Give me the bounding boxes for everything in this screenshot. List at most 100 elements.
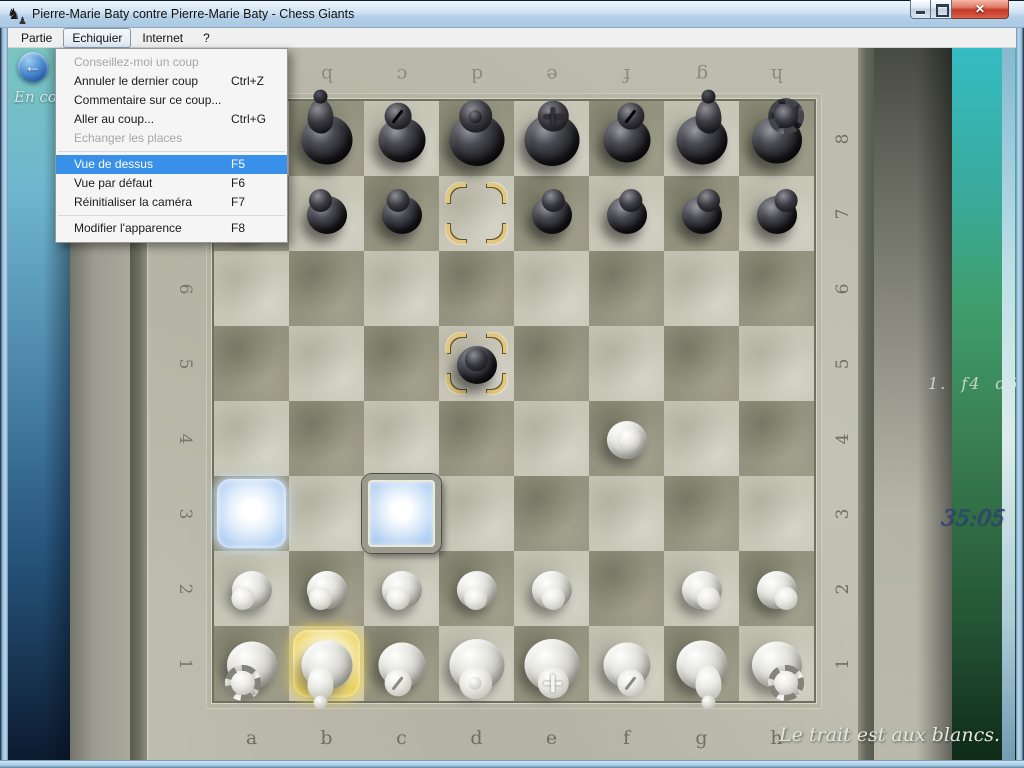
piece-black-bishop-c8[interactable] (364, 101, 439, 176)
menu-item-annuler-le-dernier-coup[interactable]: Annuler le dernier coupCtrl+Z (56, 72, 287, 91)
square-a4[interactable] (214, 401, 289, 476)
menu-item-modifier-l-apparence[interactable]: Modifier l'apparenceF8 (56, 219, 287, 238)
menu-item-commentaire-sur-ce-coup[interactable]: Commentaire sur ce coup... (56, 91, 287, 110)
square-e3[interactable] (514, 476, 589, 551)
king-cross-icon (544, 107, 562, 125)
piece-white-queen-d1[interactable] (439, 626, 514, 701)
minimize-button[interactable] (910, 0, 931, 19)
piece-black-pawn-c7[interactable] (364, 176, 439, 251)
menubar-item-echiquier[interactable]: Echiquier (63, 28, 131, 48)
piece-black-pawn-e7[interactable] (514, 176, 589, 251)
square-g5[interactable] (664, 326, 739, 401)
piece-black-pawn-h7[interactable] (739, 176, 814, 251)
piece-white-pawn-a2[interactable] (214, 551, 289, 626)
backdrop-right-glass-strip (1002, 48, 1015, 760)
rank-label-right-3: 3 (833, 508, 853, 519)
white-pawn-head (617, 428, 640, 451)
square-g6[interactable] (664, 251, 739, 326)
rank-label-left-6: 6 (175, 283, 195, 294)
square-h5[interactable] (739, 326, 814, 401)
piece-white-rook-a1[interactable] (214, 626, 289, 701)
piece-black-king-e8[interactable] (514, 101, 589, 176)
maximize-button[interactable] (931, 0, 952, 19)
square-d4[interactable] (439, 401, 514, 476)
square-c4[interactable] (364, 401, 439, 476)
piece-white-bishop-f1[interactable] (589, 626, 664, 701)
corner-marker-icon (446, 183, 466, 203)
square-b4[interactable] (289, 401, 364, 476)
square-h6[interactable] (739, 251, 814, 326)
menubar-item-internet[interactable]: Internet (133, 28, 192, 48)
piece-black-queen-d8[interactable] (439, 101, 514, 176)
piece-white-knight-g1[interactable] (664, 626, 739, 701)
menubar-item-?[interactable]: ? (194, 28, 219, 48)
square-f6[interactable] (589, 251, 664, 326)
square-h3[interactable] (739, 476, 814, 551)
arrow-left-icon: ← (18, 52, 48, 82)
square-f3[interactable] (589, 476, 664, 551)
square-c5[interactable] (364, 326, 439, 401)
square-b3[interactable] (289, 476, 364, 551)
square-a6[interactable] (214, 251, 289, 326)
square-a5[interactable] (214, 326, 289, 401)
file-label-top-d: d (470, 64, 482, 86)
square-c6[interactable] (364, 251, 439, 326)
rank-label-right-2: 2 (833, 583, 853, 594)
piece-white-pawn-c2[interactable] (364, 551, 439, 626)
menu-item-vue-de-dessus[interactable]: Vue de dessusF5 (56, 155, 287, 174)
piece-white-pawn-g2[interactable] (664, 551, 739, 626)
square-f2[interactable] (589, 551, 664, 626)
menu-item-réinitialiser-la-caméra[interactable]: Réinitialiser la caméraF7 (56, 193, 287, 212)
rank-label-right-8: 8 (833, 133, 853, 144)
piece-white-knight-b1[interactable] (289, 626, 364, 701)
highlight-target-framed-c3[interactable] (362, 474, 441, 553)
piece-black-knight-b8[interactable] (289, 101, 364, 176)
piece-black-pawn-b7[interactable] (289, 176, 364, 251)
square-b6[interactable] (289, 251, 364, 326)
title-bar[interactable]: ♞♟ Pierre-Marie Baty contre Pierre-Marie… (0, 0, 1024, 28)
menu-item-aller-au-coup[interactable]: Aller au coup...Ctrl+G (56, 110, 287, 129)
menubar-item-partie[interactable]: Partie (12, 28, 61, 48)
piece-black-rook-h8[interactable] (739, 101, 814, 176)
piece-white-pawn-h2[interactable] (739, 551, 814, 626)
menu-item-vue-par-défaut[interactable]: Vue par défautF6 (56, 174, 287, 193)
square-g4[interactable] (664, 401, 739, 476)
square-h4[interactable] (739, 401, 814, 476)
piece-black-knight-g8[interactable] (664, 101, 739, 176)
minimize-icon (916, 11, 925, 14)
piece-white-pawn-b2[interactable] (289, 551, 364, 626)
menu-item-label: Réinitialiser la caméra (74, 193, 231, 212)
piece-white-pawn-f4[interactable] (589, 401, 664, 476)
menu-bar: PartieEchiquierInternet? (8, 28, 1016, 48)
white-pawn-head (697, 587, 720, 610)
square-e5[interactable] (514, 326, 589, 401)
piece-white-rook-h1[interactable] (739, 626, 814, 701)
highlight-target-a3[interactable] (217, 479, 286, 548)
rank-label-right-4: 4 (833, 433, 853, 444)
piece-black-pawn-g7[interactable] (664, 176, 739, 251)
piece-black-pawn-d5[interactable] (439, 326, 514, 401)
file-label-bottom-a: a (246, 727, 257, 749)
square-e4[interactable] (514, 401, 589, 476)
piece-white-pawn-d2[interactable] (439, 551, 514, 626)
square-g3[interactable] (664, 476, 739, 551)
close-button[interactable]: ✕ (952, 0, 1009, 19)
piece-white-bishop-c1[interactable] (364, 626, 439, 701)
square-b5[interactable] (289, 326, 364, 401)
square-e6[interactable] (514, 251, 589, 326)
game-clock: 35:05 (924, 506, 1016, 531)
back-button[interactable]: ← (18, 52, 48, 82)
square-d3[interactable] (439, 476, 514, 551)
menu-item-shortcut: Ctrl+G (231, 110, 279, 129)
file-label-bottom-e: e (546, 727, 557, 749)
piece-black-bishop-f8[interactable] (589, 101, 664, 176)
rank-label-right-6: 6 (833, 283, 853, 294)
piece-white-king-e1[interactable] (514, 626, 589, 701)
menu-item-label: Echanger les places (74, 129, 231, 148)
square-d6[interactable] (439, 251, 514, 326)
rank-label-right-7: 7 (833, 208, 853, 219)
square-f5[interactable] (589, 326, 664, 401)
last-move-markers-d7 (439, 176, 514, 251)
piece-white-pawn-e2[interactable] (514, 551, 589, 626)
piece-black-pawn-f7[interactable] (589, 176, 664, 251)
